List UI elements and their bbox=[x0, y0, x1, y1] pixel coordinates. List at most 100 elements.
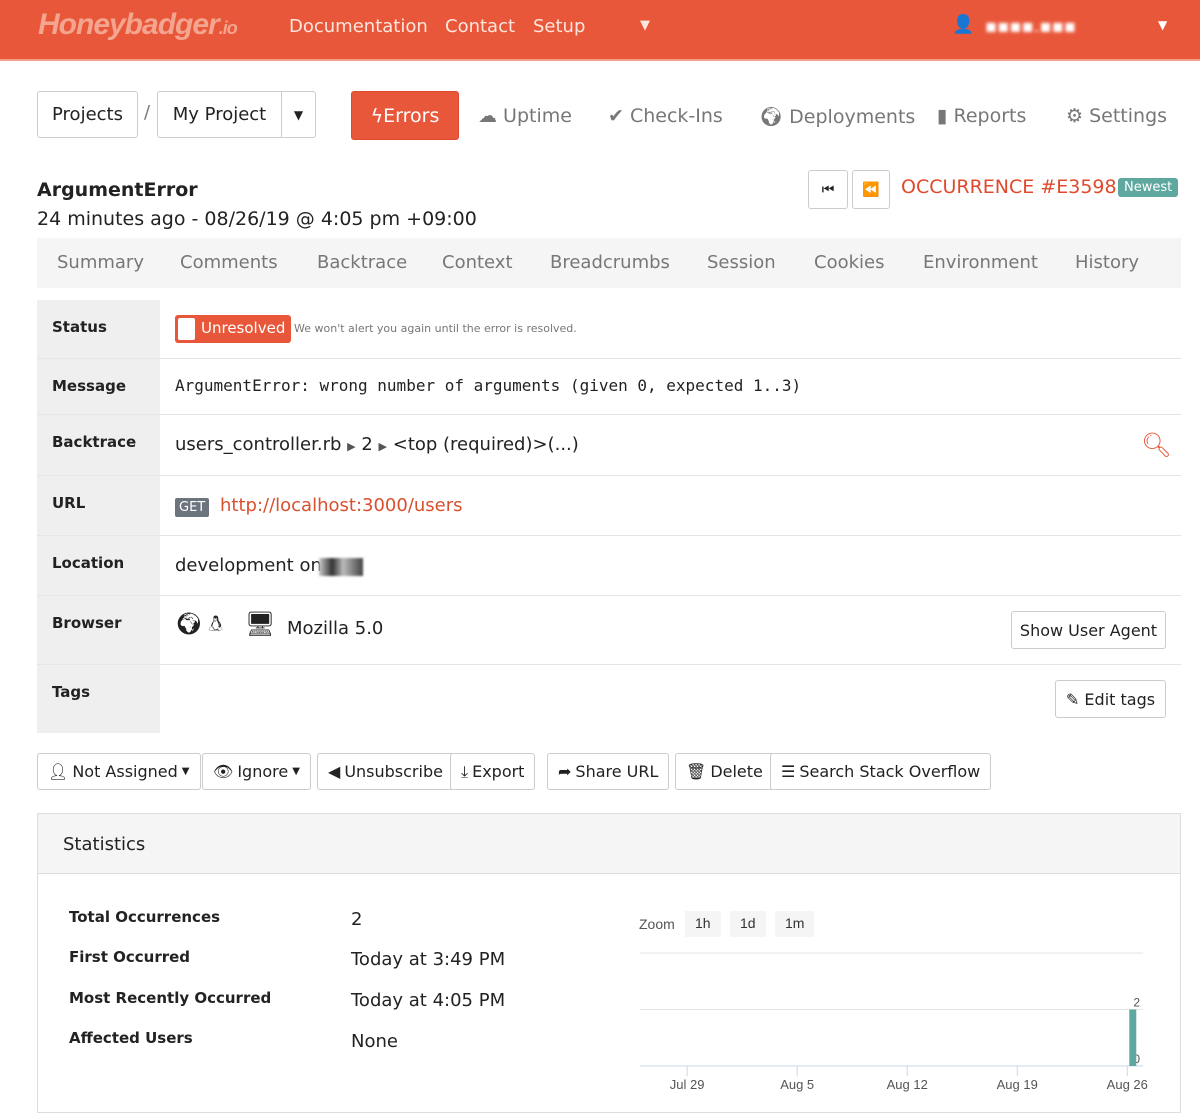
status-value: Unresolved bbox=[201, 319, 286, 337]
caret-down-icon: ▼ bbox=[292, 766, 300, 777]
url-label: URL bbox=[37, 476, 160, 535]
projects-button[interactable]: Projects bbox=[37, 91, 138, 138]
browser-value: Mozilla 5.0 bbox=[287, 618, 384, 639]
tab-errors[interactable]: ϟ Errors bbox=[351, 91, 459, 140]
logo-suffix: .io bbox=[218, 18, 238, 38]
search-icon[interactable]: 🔍︎ bbox=[1141, 431, 1171, 459]
status-toggle[interactable]: Unresolved bbox=[175, 315, 292, 343]
first-occurrence-button[interactable]: ⏮ bbox=[808, 170, 848, 209]
user-dropdown-icon[interactable]: ▼ bbox=[1158, 18, 1167, 32]
setup-dropdown-icon[interactable]: ▼ bbox=[640, 18, 650, 33]
action-label: Share URL bbox=[575, 762, 659, 781]
tab-deployments[interactable]: 🌍︎ Deployments bbox=[759, 105, 915, 128]
zoom-1d-button[interactable]: 1d bbox=[730, 911, 766, 937]
action-label: Ignore bbox=[237, 762, 289, 781]
logo[interactable]: Honeybadger.io bbox=[38, 8, 238, 42]
search-stack-overflow-button[interactable]: ☰ Search Stack Overflow bbox=[770, 753, 992, 790]
breadcrumb-separator: / bbox=[144, 102, 151, 123]
statistics-title: Statistics bbox=[38, 814, 1180, 874]
edit-tags-button[interactable]: ✎ Edit tags bbox=[1055, 680, 1166, 718]
tags-row: Tags ✎ Edit tags bbox=[37, 665, 1181, 733]
ignore-dropdown[interactable]: 👁︎ Ignore ▼ bbox=[202, 753, 311, 790]
gear-icon: ⚙ bbox=[1066, 105, 1084, 127]
user-name[interactable]: ▪▪▪▪.▪▪▪ bbox=[985, 16, 1076, 37]
browser-label: Browser bbox=[37, 596, 160, 664]
tab-session[interactable]: Session bbox=[707, 252, 776, 273]
nav-setup[interactable]: Setup bbox=[533, 16, 585, 37]
stat-value: 2 bbox=[351, 909, 363, 930]
stat-value: Today at 4:05 PM bbox=[351, 990, 506, 1011]
status-note: We won't alert you again until the error… bbox=[294, 322, 577, 335]
tab-label: Check-Ins bbox=[629, 105, 723, 127]
share-url-button[interactable]: ➦ Share URL bbox=[547, 753, 670, 790]
globe-icon: 🌍︎ bbox=[175, 612, 203, 637]
tab-uptime[interactable]: ☁ Uptime bbox=[478, 105, 572, 127]
edit-icon: ✎ bbox=[1065, 689, 1080, 709]
show-user-agent-button[interactable]: Show User Agent bbox=[1011, 611, 1166, 649]
zoom-1m-button[interactable]: 1m bbox=[775, 911, 815, 937]
caret-down-icon: ▼ bbox=[181, 766, 190, 777]
caret-right-icon: ▶ bbox=[347, 440, 356, 453]
unsubscribe-button[interactable]: ◀ Unsubscribe bbox=[317, 753, 454, 790]
y-tick-label: 2 bbox=[1133, 996, 1140, 1010]
http-method-badge: GET bbox=[175, 498, 210, 517]
backtrace-row: Backtrace users_controller.rb ▶ 2 ▶ <top… bbox=[37, 415, 1181, 476]
user-icon: 👤 bbox=[952, 14, 975, 35]
delete-button[interactable]: 🗑︎ Delete bbox=[675, 753, 774, 790]
previous-occurrence-button[interactable]: ⏪ bbox=[852, 170, 890, 209]
url-link[interactable]: http://localhost:3000/users bbox=[220, 495, 463, 516]
tab-backtrace[interactable]: Backtrace bbox=[317, 252, 407, 273]
nav-contact[interactable]: Contact bbox=[445, 16, 515, 37]
tab-cookies[interactable]: Cookies bbox=[814, 252, 884, 273]
export-button[interactable]: ⤓ Export bbox=[450, 753, 536, 790]
tab-check-ins[interactable]: ✔ Check-Ins bbox=[608, 105, 723, 127]
action-label: Delete bbox=[710, 762, 763, 781]
url-row: URL GET http://localhost:3000/users bbox=[37, 476, 1181, 536]
occurrence-number: OCCURRENCE #E3598 bbox=[901, 176, 1117, 198]
logo-text: Honeybadger bbox=[38, 8, 220, 41]
volume-off-icon: ◀ bbox=[328, 762, 341, 781]
x-tick-label: Aug 26 bbox=[1107, 1077, 1148, 1092]
tab-environment[interactable]: Environment bbox=[923, 252, 1038, 273]
tab-context[interactable]: Context bbox=[442, 252, 513, 273]
bolt-icon: ϟ bbox=[370, 104, 384, 127]
backtrace-file: users_controller.rb bbox=[175, 434, 342, 455]
user-icon: 👤︎ bbox=[48, 762, 69, 781]
tab-summary[interactable]: Summary bbox=[57, 252, 144, 273]
status-label: Status bbox=[37, 300, 160, 358]
file-icon: ▮ bbox=[937, 105, 948, 127]
error-title: ArgumentError bbox=[37, 179, 198, 201]
nav-documentation[interactable]: Documentation bbox=[289, 16, 428, 37]
tab-label: Uptime bbox=[503, 105, 572, 127]
tab-reports[interactable]: ▮ Reports bbox=[937, 105, 1026, 127]
location-value: development on bbox=[175, 555, 322, 576]
x-tick-label: Aug 12 bbox=[887, 1077, 928, 1092]
linux-icon: 🐧︎ bbox=[209, 612, 223, 637]
tags-label: Tags bbox=[37, 665, 160, 733]
eye-slash-icon: 👁︎ bbox=[213, 762, 234, 781]
project-dropdown-icon[interactable]: ▼ bbox=[281, 91, 316, 138]
tab-label: Errors bbox=[383, 104, 440, 127]
occurrences-chart: 02Jul 29 Aug 5 Aug 12 Aug 19 Aug 26 bbox=[640, 952, 1148, 1092]
zoom-label: Zoom bbox=[639, 916, 675, 932]
chart-bar bbox=[1129, 1009, 1137, 1066]
x-tick-label: Jul 29 bbox=[670, 1077, 705, 1092]
stat-value: Today at 3:49 PM bbox=[351, 949, 506, 970]
trash-icon: 🗑︎ bbox=[686, 762, 707, 781]
tab-settings[interactable]: ⚙ Settings bbox=[1066, 105, 1167, 127]
check-icon: ✔ bbox=[608, 105, 624, 127]
backtrace-value[interactable]: users_controller.rb ▶ 2 ▶ <top (required… bbox=[175, 434, 579, 455]
backtrace-line: 2 bbox=[361, 434, 373, 455]
project-select[interactable]: My Project bbox=[157, 91, 282, 138]
tab-comments[interactable]: Comments bbox=[180, 252, 278, 273]
zoom-1h-button[interactable]: 1h bbox=[685, 911, 721, 937]
redacted-host bbox=[319, 558, 363, 576]
stat-label: Total Occurrences bbox=[69, 908, 221, 926]
tab-history[interactable]: History bbox=[1075, 252, 1139, 273]
assign-dropdown[interactable]: 👤︎ Not Assigned ▼ bbox=[37, 753, 201, 790]
share-icon: ➦ bbox=[558, 762, 572, 781]
tab-breadcrumbs[interactable]: Breadcrumbs bbox=[550, 252, 670, 273]
edit-tags-label: Edit tags bbox=[1084, 689, 1156, 709]
stat-label: Most Recently Occurred bbox=[69, 989, 272, 1007]
tab-label: Deployments bbox=[789, 106, 916, 128]
